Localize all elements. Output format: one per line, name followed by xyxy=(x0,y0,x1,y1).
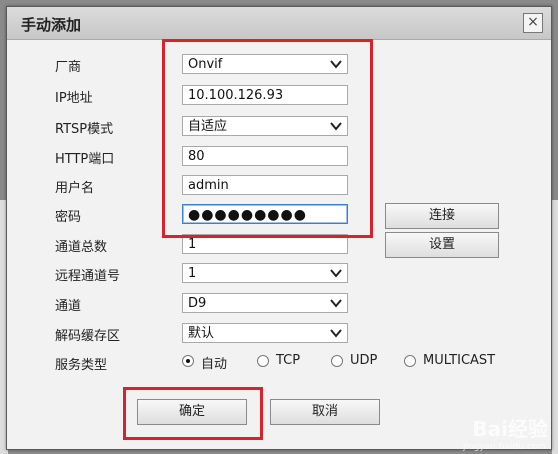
watermark-url: jingyan.baidu.com xyxy=(462,442,546,452)
username-input[interactable]: admin xyxy=(182,175,348,195)
ip-address-value: 10.100.126.93 xyxy=(188,88,284,103)
http-port-label: HTTP端口 xyxy=(55,152,115,167)
chevron-down-icon xyxy=(330,269,342,278)
vendor-select[interactable]: Onvif xyxy=(182,54,348,74)
rtsp-mode-select[interactable]: 自适应 xyxy=(182,116,348,136)
channel-select[interactable]: D9 xyxy=(182,293,348,313)
radio-tcp-label: TCP xyxy=(276,353,301,368)
close-button[interactable]: × xyxy=(523,13,543,33)
settings-button[interactable]: 设置 xyxy=(385,232,499,258)
vendor-label: 厂商 xyxy=(55,60,82,75)
chevron-down-icon xyxy=(330,60,342,69)
vendor-select-value: Onvif xyxy=(188,57,223,72)
remote-channel-select[interactable]: 1 xyxy=(182,263,348,283)
decode-buffer-value: 默认 xyxy=(188,326,215,341)
dialog-title: 手动添加 xyxy=(21,16,82,34)
rtsp-mode-label: RTSP模式 xyxy=(55,122,114,137)
radio-auto-label: 自动 xyxy=(201,357,228,372)
remote-channel-label: 远程通道号 xyxy=(55,269,121,284)
channel-label: 通道 xyxy=(55,299,82,314)
ip-address-input[interactable]: 10.100.126.93 xyxy=(182,85,348,105)
radio-unselected-indicator xyxy=(331,355,343,367)
confirm-button[interactable]: 确定 xyxy=(137,399,247,425)
channel-total-value: 1 xyxy=(188,237,197,252)
decode-buffer-select[interactable]: 默认 xyxy=(182,323,348,343)
close-icon: × xyxy=(527,14,539,30)
chevron-down-icon xyxy=(330,299,342,308)
channel-total-input[interactable]: 1 xyxy=(182,234,348,254)
rtsp-mode-value: 自适应 xyxy=(188,119,228,134)
dialog-titlebar: 手动添加 × xyxy=(7,7,551,40)
password-masked-value: ●●●●●●●●● xyxy=(188,207,307,223)
radio-selected-indicator xyxy=(182,355,194,367)
username-label: 用户名 xyxy=(55,181,95,196)
decode-buffer-label: 解码缓存区 xyxy=(55,329,121,344)
username-value: admin xyxy=(188,178,229,193)
radio-unselected-indicator xyxy=(404,355,416,367)
channel-total-label: 通道总数 xyxy=(55,240,108,255)
service-type-label: 服务类型 xyxy=(55,358,108,373)
radio-udp-label: UDP xyxy=(350,353,378,368)
ip-label: IP地址 xyxy=(55,91,93,106)
background-window-edge-right xyxy=(552,200,558,454)
connect-button[interactable]: 连接 xyxy=(385,203,499,229)
radio-multicast-label: MULTICAST xyxy=(423,353,496,368)
radio-unselected-indicator xyxy=(257,355,269,367)
password-input[interactable]: ●●●●●●●●● xyxy=(182,204,348,224)
watermark-logo: Bai经验 xyxy=(472,417,548,441)
channel-value: D9 xyxy=(188,296,207,311)
remote-channel-value: 1 xyxy=(188,266,197,281)
http-port-input[interactable]: 80 xyxy=(182,146,348,166)
manual-add-dialog: 手动添加 × 厂商 IP地址 RTSP模式 HTTP端口 用户名 密码 通道总数… xyxy=(6,6,552,450)
password-label: 密码 xyxy=(55,210,82,225)
cancel-button[interactable]: 取消 xyxy=(270,399,380,425)
http-port-value: 80 xyxy=(188,149,205,164)
chevron-down-icon xyxy=(330,329,342,338)
chevron-down-icon xyxy=(330,122,342,131)
